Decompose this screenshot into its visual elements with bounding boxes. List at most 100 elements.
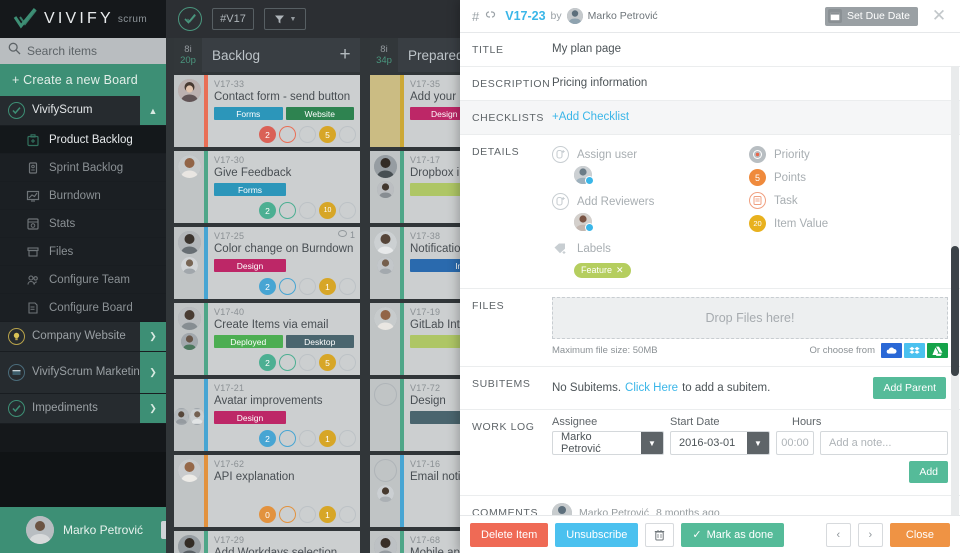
card-comment-count: 1 (337, 230, 355, 240)
bug-icon (279, 126, 296, 143)
mark-as-done-button[interactable]: ✓ Mark as done (681, 522, 785, 547)
set-due-date-button[interactable]: Set Due Date (824, 6, 918, 26)
google-drive-icon[interactable] (927, 343, 948, 358)
priority-icon (299, 202, 316, 219)
board-config-icon (26, 301, 40, 315)
add-subitem-link[interactable]: Click Here (625, 382, 678, 394)
card-label: Deployed (214, 335, 283, 348)
close-button[interactable]: Close (889, 522, 950, 547)
task-icon (749, 192, 766, 209)
chevron-right-icon[interactable]: ❯ (140, 394, 166, 423)
close-icon[interactable]: ✕ (926, 6, 952, 26)
board-group-company-website[interactable]: Company Website ❯ (0, 322, 166, 352)
card-v17-33[interactable]: V17-33 Contact form - send button Forms … (174, 75, 360, 147)
add-parent-button[interactable]: Add Parent (873, 377, 946, 399)
card-v17-30[interactable]: V17-30 Give Feedback Forms 2 10 (174, 151, 360, 223)
assignee-value: Marko Petrović (561, 431, 601, 455)
sidebar-item-files[interactable]: Files (0, 238, 166, 266)
sidebar-item-sprint-backlog[interactable]: Sprint Backlog (0, 154, 166, 182)
card-label: Website (285, 107, 354, 120)
add-work-log-button[interactable]: Add (909, 461, 948, 483)
close-icon[interactable]: ✕ (616, 265, 624, 276)
item-key[interactable]: V17-23 (505, 9, 545, 23)
assign-user-row[interactable]: Assign user (552, 143, 749, 166)
board-group-vivifyscrum[interactable]: VivifyScrum ▲ (0, 96, 166, 126)
hash-icon: # (472, 8, 480, 24)
sidebar-item-configure-board[interactable]: Configure Board (0, 294, 166, 322)
item-value-row[interactable]: 20 Item Value (749, 212, 946, 235)
sidebar-user-profile[interactable]: Marko Petrović (0, 507, 170, 553)
menu-icon[interactable] (339, 202, 356, 219)
link-icon[interactable] (484, 9, 497, 23)
plus-icon[interactable]: + (330, 38, 360, 72)
dropbox-icon[interactable] (904, 343, 925, 358)
start-date-select[interactable]: 2016-03-01 ▼ (670, 431, 770, 455)
add-reviewers-row[interactable]: Add Reviewers (552, 190, 749, 213)
sidebar-item-product-backlog[interactable]: Product Backlog (0, 126, 166, 154)
label-chip-feature[interactable]: Feature ✕ (574, 262, 631, 278)
hours-input[interactable]: 00:00 (776, 431, 814, 455)
avatar (552, 503, 572, 515)
column-points: 34p (376, 55, 392, 66)
story-icon (279, 430, 296, 447)
sidebar-item-configure-team[interactable]: Configure Team (0, 266, 166, 294)
subitems-text-before: No Subitems. (552, 382, 622, 394)
card-v17-29[interactable]: V17-29 Add Workdays selection 2 5 (174, 531, 360, 553)
assignee-select[interactable]: Marko Petrović ▼ (552, 431, 664, 455)
board-group-impediments[interactable]: Impediments ❯ (0, 394, 166, 424)
filter-dropdown[interactable]: ▼ (264, 8, 306, 30)
card-title: Add Workdays selection (214, 547, 338, 553)
card-v17-40[interactable]: V17-40 Create Items via email Deployed D… (174, 303, 360, 375)
onedrive-icon[interactable] (881, 343, 902, 358)
description-value[interactable]: Pricing information (552, 67, 960, 100)
scrollbar-thumb[interactable] (951, 246, 959, 376)
task-label: Task (774, 194, 798, 207)
chevron-right-icon[interactable]: ❯ (140, 352, 166, 393)
note-input[interactable]: Add a note... (820, 431, 948, 455)
board-group-vivifyscrum-marketing[interactable]: VivifyScrum Marketing ❯ (0, 352, 166, 394)
file-dropzone[interactable]: Drop Files here! (552, 297, 948, 339)
avatar (376, 485, 394, 502)
card-badges: 0 1 (259, 506, 356, 523)
menu-icon[interactable] (339, 506, 356, 523)
sidebar-item-stats[interactable]: Stats (0, 210, 166, 238)
priority-row[interactable]: Priority (749, 143, 946, 166)
card-id: V17-62 (214, 459, 245, 469)
card-v17-62[interactable]: V17-62 API explanation 0 1 (174, 455, 360, 527)
work-log-grid: Assignee Start Date Hours Marko Petrović… (552, 410, 960, 455)
task-row[interactable]: Task (749, 189, 946, 212)
row-comments: COMMENTS Marko Petrović 8 months ago (460, 496, 960, 515)
sprint-filter-chip[interactable]: #V17 (212, 8, 254, 30)
avatar (376, 257, 394, 274)
chevron-up-icon[interactable]: ▲ (140, 96, 166, 125)
avatar (177, 79, 201, 102)
card-title: Contact form - send button (214, 91, 351, 103)
menu-icon[interactable] (339, 278, 356, 295)
item-author: Marko Petrović (587, 10, 658, 22)
menu-icon[interactable] (339, 430, 356, 447)
menu-icon[interactable] (339, 354, 356, 371)
next-item-button[interactable]: › (857, 522, 883, 547)
sidebar-item-burndown[interactable]: Burndown (0, 182, 166, 210)
comment-time: 8 months ago (656, 507, 720, 515)
title-value[interactable]: My plan page (552, 33, 960, 66)
modal-scrollbar[interactable] (951, 66, 959, 515)
chevron-down-icon: ▼ (289, 15, 297, 23)
archive-icon (655, 529, 665, 540)
points-row[interactable]: 5 Points (749, 166, 946, 189)
double-check-circle-icon[interactable] (178, 7, 202, 31)
search-bar[interactable]: + ▼ (0, 38, 201, 64)
files-label: FILES (472, 300, 505, 312)
chevron-right-icon[interactable]: ❯ (140, 322, 166, 351)
unsubscribe-button[interactable]: Unsubscribe (555, 522, 639, 547)
add-checklist-link[interactable]: +Add Checklist (552, 101, 960, 134)
card-v17-25[interactable]: 1 V17-25 Color change on Burndown Design… (174, 227, 360, 299)
labels-row[interactable]: Labels (552, 237, 749, 260)
delete-item-button[interactable]: Delete Item (470, 522, 549, 547)
create-board-button[interactable]: + Create a new Board (0, 64, 166, 96)
card-v17-21[interactable]: V17-21 Avatar improvements Design 2 1 (174, 379, 360, 451)
menu-icon[interactable] (339, 126, 356, 143)
prev-item-button[interactable]: ‹ (825, 522, 851, 547)
archive-button[interactable] (645, 522, 675, 547)
search-input[interactable] (27, 44, 182, 58)
